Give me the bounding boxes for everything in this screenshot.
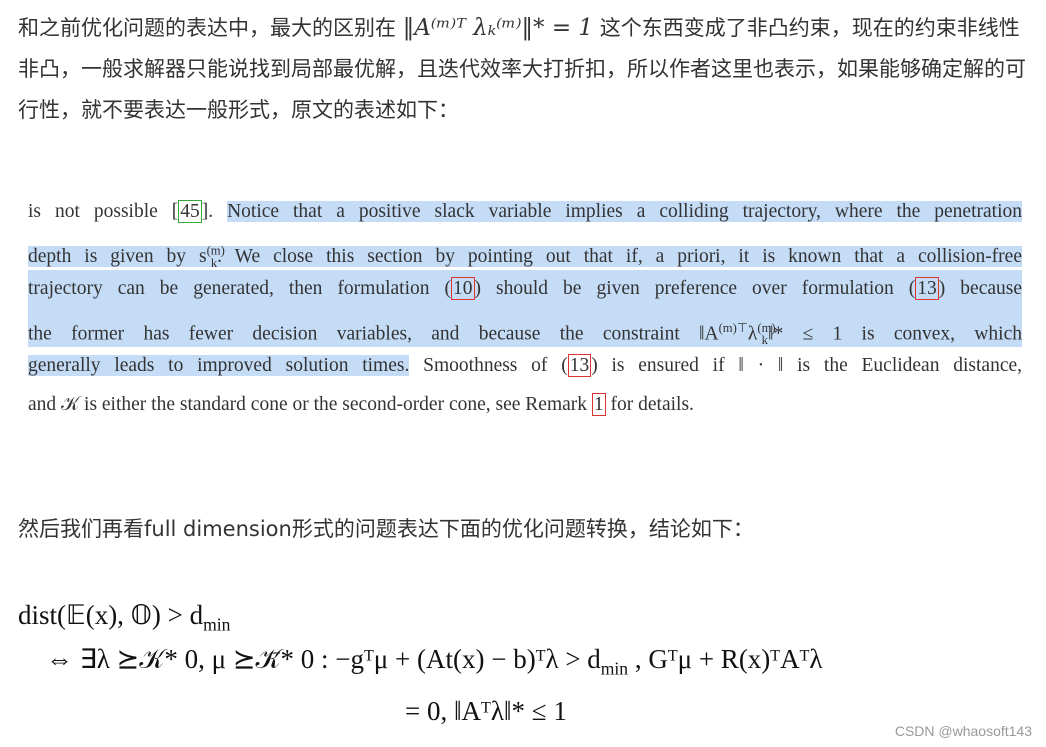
math-sup: (m)⊤ [718, 320, 748, 335]
citation-link[interactable]: 45 [178, 200, 202, 223]
math-sub: min [600, 658, 629, 679]
text: is not possible [28, 201, 172, 222]
equation-link[interactable]: 13 [915, 277, 939, 300]
excerpt-line: generally leads to improved solution tim… [28, 354, 1023, 377]
text: Smoothness of [409, 355, 562, 376]
intro-text-before: 和之前优化问题的表达中，最大的区别在 [18, 16, 396, 40]
math: , Gᵀμ + R(x)ᵀAᵀλ [628, 644, 823, 674]
math: dist(𝔼(x), 𝕆) > d [18, 600, 204, 630]
excerpt-line: is not possible [45]. Notice that a posi… [28, 200, 1022, 223]
highlighted-text: depth is given by s [28, 246, 207, 267]
text: ‖* ≤ 1 is convex, which [767, 323, 1022, 344]
text: the former has fewer decision variables,… [28, 323, 719, 344]
text: trajectory can be generated, then formul… [28, 278, 445, 299]
highlighted-text: . We close this section by pointing out … [217, 246, 1022, 267]
excerpt-line: the former has fewer decision variables,… [28, 308, 1022, 347]
text: because [945, 278, 1022, 299]
highlighted-text: generally leads to improved solution tim… [28, 355, 410, 376]
math-sub: min [203, 614, 231, 635]
equation-link[interactable]: 10 [451, 277, 475, 300]
text: should be given preference over formulat… [481, 278, 909, 299]
highlighted-text: Notice that a positive slack variable im… [227, 201, 1022, 222]
remark-link[interactable]: 1 [591, 392, 606, 416]
intro-math: ‖A⁽ᵐ⁾ᵀ λₖ⁽ᵐ⁾‖* = 1 [402, 15, 594, 41]
watermark: CSDN @whaosoft143 [894, 723, 1032, 739]
text: . [208, 201, 228, 222]
paper-excerpt: is not possible [45]. Notice that a posi… [28, 193, 1022, 424]
excerpt-line: and 𝒦 is either the standard cone or the… [28, 386, 1022, 425]
excerpt-line: depth is given by s(m)k. We close this s… [28, 232, 1022, 271]
text: and 𝒦 is either the standard cone or the… [28, 393, 592, 415]
excerpt-line: trajectory can be generated, then formul… [28, 270, 1022, 309]
text: λ [747, 323, 758, 344]
math: ⇔ ∃λ ⪰𝒦* 0, μ ⪰𝒦̄* 0 : −gᵀμ + (At(x) − b… [46, 644, 601, 674]
intro-paragraph: 和之前优化问题的表达中，最大的区别在 ‖A⁽ᵐ⁾ᵀ λₖ⁽ᵐ⁾‖* = 1 这个… [18, 8, 1038, 131]
text: for details. [605, 393, 694, 415]
equation-link[interactable]: 13 [567, 354, 592, 377]
paragraph-2: 然后我们再看full dimension形式的问题表达下面的优化问题转换，结论如… [18, 517, 754, 541]
equation-line-2: ⇔ ∃λ ⪰𝒦* 0, μ ⪰𝒦̄* 0 : −gᵀμ + (At(x) − b… [46, 644, 822, 679]
text: is ensured if ‖ · ‖ is the Euclidean dis… [597, 355, 1023, 376]
equation-line-3: = 0, ‖Aᵀλ‖* ≤ 1 [405, 696, 567, 726]
equation-line-1: dist(𝔼(x), 𝕆) > dmin [18, 600, 230, 635]
